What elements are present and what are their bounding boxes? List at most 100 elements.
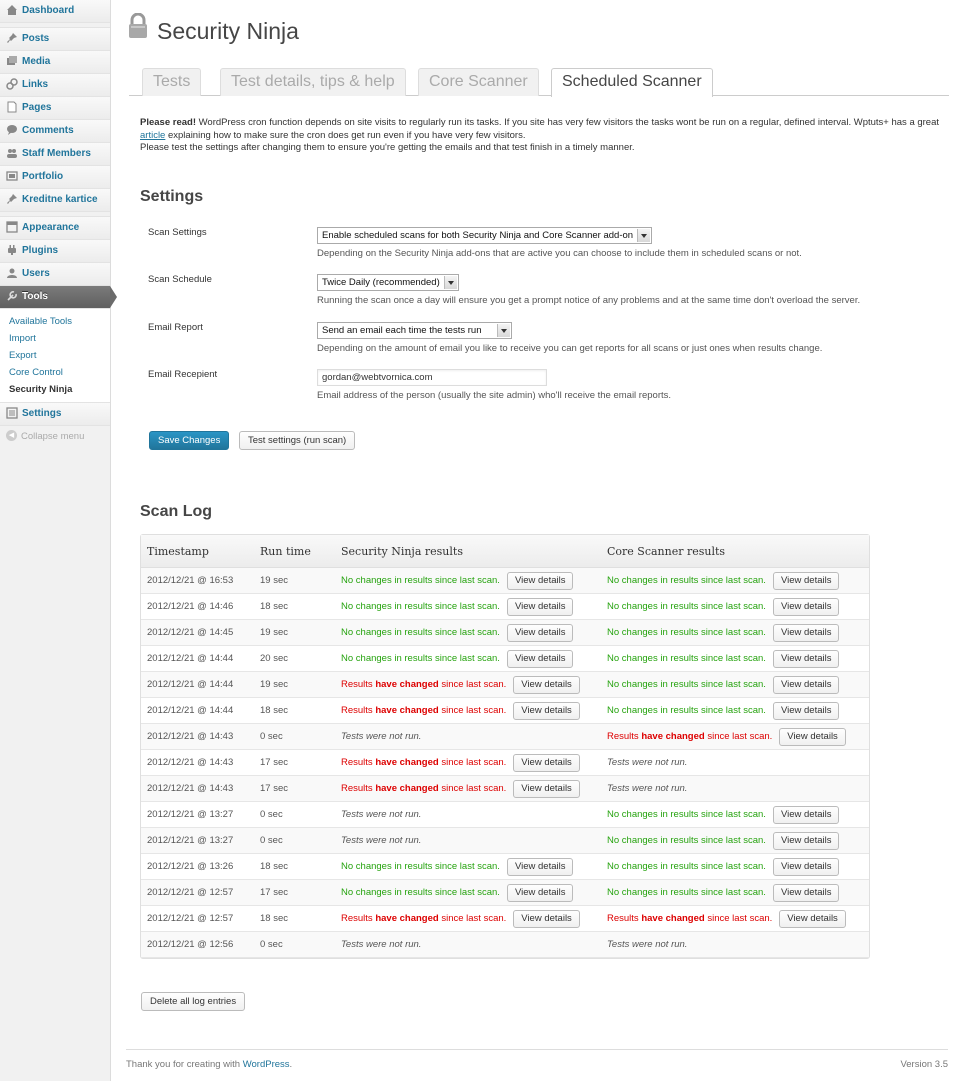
menu-links[interactable]: Links [0, 74, 110, 97]
view-details-button[interactable]: View details [779, 909, 846, 928]
select-value: Twice Daily (recommended) [322, 277, 440, 288]
menu-label: Portfolio [22, 171, 64, 182]
core-scanner-result-cell: No changes in results since last scan. Vi… [607, 880, 840, 905]
security-ninja-result-cell: Results have changed since last scan. Vie… [341, 698, 580, 723]
menu-users[interactable]: Users [0, 263, 110, 286]
tab-core-scanner[interactable]: Core Scanner [418, 68, 539, 96]
timestamp-cell: 2012/12/21 @ 14:43 [147, 757, 234, 768]
link-icon [6, 77, 18, 91]
chevron-down-icon [443, 276, 457, 289]
chevron-down-icon [637, 229, 651, 242]
security-ninja-result-cell: Results have changed since last scan. Vie… [341, 776, 580, 801]
menu-label: Dashboard [22, 5, 75, 16]
menu-staff-members[interactable]: Staff Members [0, 143, 110, 166]
table-row: 2012/12/21 @ 14:43 0 sec Tests were not ru… [141, 724, 869, 750]
table-row: 2012/12/21 @ 16:53 19 sec No changes in re… [141, 568, 869, 594]
view-details-button[interactable]: View details [513, 909, 580, 928]
view-details-button[interactable]: View details [779, 727, 846, 746]
view-details-button[interactable]: View details [506, 571, 574, 590]
submenu-import[interactable]: Import [0, 330, 110, 347]
view-details-button[interactable]: View details [513, 675, 580, 694]
menu-dashboard[interactable]: Dashboard [0, 0, 110, 23]
timestamp-cell: 2012/12/21 @ 14:45 [147, 627, 234, 638]
security-ninja-result-cell: No changes in results since last scan. Vi… [341, 620, 574, 645]
scan-schedule-select[interactable]: Twice Daily (recommended) [317, 274, 459, 291]
status-unchanged: No changes in results since last scan. [607, 679, 766, 690]
view-details-button[interactable]: View details [772, 623, 840, 642]
view-details-button[interactable]: View details [772, 649, 840, 668]
view-details-button[interactable]: View details [506, 857, 574, 876]
menu-media[interactable]: Media [0, 51, 110, 74]
view-details-button[interactable]: View details [772, 857, 840, 876]
view-details-button[interactable]: View details [772, 701, 840, 720]
tab-scheduled-scanner[interactable]: Scheduled Scanner [551, 68, 713, 97]
view-details-button[interactable]: View details [772, 571, 840, 590]
article-link[interactable]: article [140, 130, 165, 141]
media-icon [6, 54, 18, 66]
intro-notice: Please read! WordPress cron function dep… [140, 117, 950, 155]
submenu-security-ninja[interactable]: Security Ninja [0, 381, 110, 398]
view-details-button[interactable]: View details [513, 753, 580, 772]
table-row: 2012/12/21 @ 14:44 19 sec Results have cha… [141, 672, 869, 698]
delete-log-button[interactable]: Delete all log entries [141, 992, 246, 1011]
core-scanner-result-cell: No changes in results since last scan. Vi… [607, 828, 840, 853]
menu-kreditne-kartice[interactable]: Kreditne kartice [0, 189, 110, 212]
status-changed: Results have changed since last scan. [341, 783, 506, 794]
submenu-available-tools[interactable]: Available Tools [0, 313, 110, 330]
menu-comments[interactable]: Comments [0, 120, 110, 143]
people-icon [6, 146, 18, 159]
view-details-button[interactable]: View details [772, 805, 840, 824]
menu-settings[interactable]: Settings [0, 403, 110, 426]
status-changed-post: since last scan. [438, 679, 507, 690]
comment-icon [6, 123, 18, 136]
save-changes-button[interactable]: Save Changes [149, 431, 230, 450]
view-details-button[interactable]: View details [506, 649, 574, 668]
menu-appearance[interactable]: Appearance [0, 217, 110, 240]
menu-label: Settings [22, 408, 62, 419]
tab-tests[interactable]: Tests [142, 68, 202, 96]
header-timestamp: Timestamp [147, 544, 209, 558]
submenu-export[interactable]: Export [0, 347, 110, 364]
core-scanner-result-cell: Tests were not run. [607, 776, 687, 801]
test-settings-button[interactable]: Test settings (run scan) [239, 431, 356, 450]
view-details-button[interactable]: View details [772, 597, 840, 616]
wordpress-link[interactable]: WordPress [243, 1059, 290, 1070]
menu-plugins[interactable]: Plugins [0, 240, 110, 263]
email-recipient-input[interactable]: gordan@webtvornica.com [317, 369, 547, 386]
view-details-button[interactable]: View details [772, 675, 840, 694]
view-details-button[interactable]: View details [513, 779, 580, 798]
status-changed: Results have changed since last scan. [341, 913, 506, 924]
timestamp-cell: 2012/12/21 @ 14:44 [147, 679, 234, 690]
scan-settings-select[interactable]: Enable scheduled scans for both Security… [317, 227, 653, 244]
menu-portfolio[interactable]: Portfolio [0, 166, 110, 189]
core-scanner-result-cell: No changes in results since last scan. Vi… [607, 568, 840, 593]
email-report-select[interactable]: Send an email each time the tests run [317, 322, 513, 339]
status-changed-bold: have changed [375, 705, 439, 716]
status-unchanged: No changes in results since last scan. [341, 887, 500, 898]
view-details-button[interactable]: View details [772, 831, 840, 850]
security-ninja-result-cell: No changes in results since last scan. Vi… [341, 880, 574, 905]
view-details-button[interactable]: View details [506, 623, 574, 642]
view-details-button[interactable]: View details [506, 883, 574, 902]
run-time-cell: 17 sec [260, 757, 288, 768]
intro-text: explaining how to make sure the cron doe… [165, 129, 526, 141]
collapse-menu-button[interactable]: ◀ Collapse menu [0, 426, 110, 448]
collapse-arrow-icon: ◀ [6, 429, 17, 441]
status-not-run: Tests were not run. [607, 939, 688, 950]
menu-label: Users [22, 268, 50, 279]
menu-pages[interactable]: Pages [0, 97, 110, 120]
menu-tools[interactable]: Tools [0, 286, 117, 309]
view-details-button[interactable]: View details [506, 597, 574, 616]
view-details-button[interactable]: View details [513, 701, 580, 720]
status-changed-bold: have changed [375, 783, 439, 794]
menu-posts[interactable]: Posts [0, 28, 110, 51]
submenu-core-control[interactable]: Core Control [0, 364, 110, 381]
status-changed-bold: have changed [375, 757, 439, 768]
core-scanner-result-cell: No changes in results since last scan. Vi… [607, 620, 840, 645]
tab-test-details[interactable]: Test details, tips & help [220, 68, 406, 96]
status-changed-post: since last scan. [438, 783, 507, 794]
view-details-button[interactable]: View details [772, 883, 840, 902]
run-time-cell: 0 sec [260, 809, 283, 820]
run-time-cell: 19 sec [260, 679, 288, 690]
portfolio-icon [6, 169, 18, 182]
